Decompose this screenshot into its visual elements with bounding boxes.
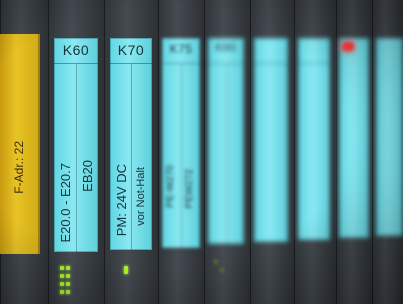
k70-note-label: vor Not-Halt [135, 167, 147, 226]
plc-rack-photo: F-Adr.: 22 K60 E20.0 - E20.7 EB20 K70 PM… [0, 0, 403, 304]
fail-safe-address: F-Adr.: 22 [12, 141, 26, 194]
power-led [124, 266, 128, 274]
label-strip-k75: K75 PE-W270 PEW272 [162, 38, 200, 248]
label-strip [376, 38, 403, 236]
status-led [60, 266, 64, 270]
status-led [220, 268, 224, 272]
status-led [60, 274, 64, 278]
fault-led [342, 42, 354, 51]
k60-address-range: E20.0 - E20.7 [58, 162, 73, 243]
status-led [214, 260, 218, 264]
status-led [60, 282, 64, 286]
label-strip [254, 38, 288, 242]
k75-address-2: PEW272 [184, 168, 195, 208]
label-strip [298, 38, 330, 240]
status-led [66, 282, 70, 286]
label-strip-k60: K60 E20.0 - E20.7 EB20 [54, 38, 98, 252]
module-id-k60: K60 [62, 42, 90, 58]
label-strip-k80: K80 [208, 38, 244, 244]
status-led [66, 290, 70, 294]
status-led [66, 266, 70, 270]
strip-divider [181, 64, 182, 248]
k75-address-1: PE-W270 [165, 165, 176, 208]
label-strip [339, 38, 369, 238]
module-id-k75: K75 [169, 42, 193, 56]
strip-divider [131, 64, 132, 250]
status-led [60, 290, 64, 294]
fail-safe-module-label: F-Adr.: 22 [0, 34, 40, 254]
k70-power-label: PM: 24V DC [114, 163, 129, 236]
k60-byte-label: EB20 [80, 160, 95, 192]
module-id-k80: K80 [215, 42, 237, 54]
strip-divider [76, 64, 77, 252]
strip-divider [298, 63, 330, 64]
module-id-k70: K70 [117, 42, 145, 58]
status-led [66, 274, 70, 278]
strip-divider [226, 64, 227, 244]
label-strip-k70: K70 PM: 24V DC vor Not-Halt [110, 38, 152, 250]
strip-divider [254, 63, 288, 64]
